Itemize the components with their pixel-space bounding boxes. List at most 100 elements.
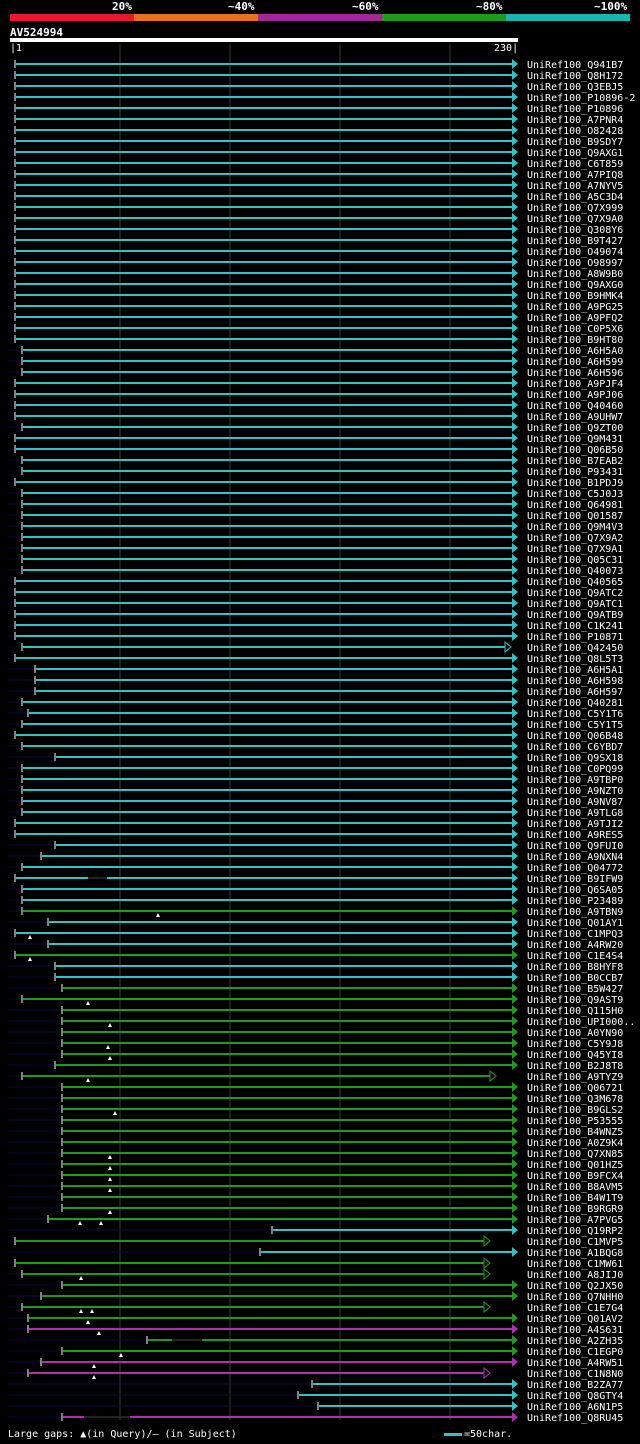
hit-bar-12 — [16, 195, 512, 197]
hit-arrow-79 — [512, 928, 518, 938]
hit-arrow-115 — [512, 1324, 518, 1334]
hit-arrow-98 — [512, 1137, 518, 1147]
hit-arrow-36 — [512, 455, 518, 465]
hit-arrow-28 — [512, 367, 518, 377]
query-gap-marker-99-0 — [108, 1155, 112, 1159]
hit-bar-118 — [42, 1361, 512, 1363]
hit-label-123: UniRef100_Q8RU45 — [527, 1413, 623, 1424]
hit-arrow-96 — [512, 1115, 518, 1125]
hit-label-25: UniRef100_B9HT80 — [527, 335, 623, 346]
hit-label-69: UniRef100_A9TJI2 — [527, 819, 623, 830]
hit-bar-71 — [56, 844, 512, 846]
hit-arrow-32 — [512, 411, 518, 421]
hit-arrow-12 — [512, 191, 518, 201]
hit-label-120: UniRef100_B2ZA77 — [527, 1380, 623, 1391]
hit-arrow-18 — [512, 257, 518, 267]
hit-arrow-58 — [512, 697, 518, 707]
hit-arrow-29 — [512, 378, 518, 388]
hit-bar-35 — [16, 448, 512, 450]
hit-label-68: UniRef100_A9TLG8 — [527, 808, 623, 819]
hit-label-11: UniRef100_A7NYV5 — [527, 181, 623, 192]
hit-label-77: UniRef100_A9TBN9 — [527, 907, 623, 918]
hit-label-118: UniRef100_A4RW51 — [527, 1358, 623, 1369]
query-gap-marker-114-0 — [86, 1320, 90, 1324]
hit-bar-26 — [23, 349, 512, 351]
hit-bar-9 — [16, 162, 512, 164]
hit-arrow-117 — [512, 1346, 518, 1356]
hit-arrow-119 — [483, 1366, 491, 1380]
hit-arrow-45 — [512, 554, 518, 564]
hit-arrow-84 — [512, 983, 518, 993]
hit-bar-39 — [23, 492, 512, 494]
hit-label-89: UniRef100_C5Y9J8 — [527, 1039, 623, 1050]
hit-bar-55 — [36, 668, 512, 670]
hit-arrow-15 — [512, 224, 518, 234]
hit-bar-15 — [16, 228, 512, 230]
hit-arrow-49 — [512, 598, 518, 608]
hit-bar-123 — [63, 1416, 512, 1418]
hit-label-90: UniRef100_Q45YI8 — [527, 1050, 623, 1061]
hit-arrow-114 — [512, 1313, 518, 1323]
hit-label-115: UniRef100_A4S631 — [527, 1325, 623, 1336]
hit-arrow-105 — [512, 1214, 518, 1224]
hit-arrow-21 — [512, 290, 518, 300]
hit-bar-52 — [16, 635, 512, 637]
hit-bar-105 — [49, 1218, 512, 1220]
query-gap-marker-113-1 — [90, 1309, 94, 1313]
hit-bar-34 — [16, 437, 512, 439]
hit-arrow-7 — [512, 136, 518, 146]
hit-bar-73 — [23, 866, 512, 868]
hit-arrow-25 — [512, 334, 518, 344]
hit-bar-23 — [16, 316, 512, 318]
hit-arrow-56 — [512, 675, 518, 685]
hit-arrow-107 — [483, 1234, 491, 1248]
hit-arrow-92 — [489, 1069, 497, 1083]
hit-arrow-27 — [512, 356, 518, 366]
hit-bar-43 — [23, 536, 512, 538]
hit-arrow-71 — [512, 840, 518, 850]
hit-label-47: UniRef100_Q40565 — [527, 577, 623, 588]
hit-arrow-101 — [512, 1170, 518, 1180]
hit-bar-24 — [16, 327, 512, 329]
hit-arrow-30 — [512, 389, 518, 399]
hit-bar-29 — [16, 382, 512, 384]
hit-bar-92 — [23, 1075, 490, 1077]
hit-arrow-38 — [512, 477, 518, 487]
hit-arrow-37 — [512, 466, 518, 476]
query-gap-marker-101-0 — [108, 1177, 112, 1181]
hit-label-119: UniRef100_C1N8N0 — [527, 1369, 623, 1380]
hit-label-108: UniRef100_A1BQG8 — [527, 1248, 623, 1259]
hit-arrow-120 — [512, 1379, 518, 1389]
hit-arrow-57 — [512, 686, 518, 696]
hit-bar-33 — [23, 426, 512, 428]
query-gap-marker-105-1 — [99, 1221, 103, 1225]
hit-arrow-48 — [512, 587, 518, 597]
hit-label-92: UniRef100_A9TYZ9 — [527, 1072, 623, 1083]
hit-bar-80 — [49, 943, 512, 945]
query-gap-marker-100-0 — [108, 1166, 112, 1170]
hit-arrow-55 — [512, 664, 518, 674]
hit-arrow-82 — [512, 961, 518, 971]
hit-bar-6 — [16, 129, 512, 131]
hit-label-54: UniRef100_Q8L5T3 — [527, 654, 623, 665]
hit-bar-95 — [63, 1108, 512, 1110]
hit-arrow-62 — [512, 741, 518, 751]
hit-label-59: UniRef100_C5Y1T6 — [527, 709, 623, 720]
scale-legend: =50char. — [444, 1429, 512, 1440]
hit-arrow-95 — [512, 1104, 518, 1114]
hit-label-88: UniRef100_A0YN90 — [527, 1028, 623, 1039]
hit-arrow-75 — [512, 884, 518, 894]
hit-label-18: UniRef100_O98997 — [527, 258, 623, 269]
hit-bar-119 — [29, 1372, 484, 1374]
hit-bar-19 — [16, 272, 512, 274]
hit-bar-32 — [16, 415, 512, 417]
hit-bar-101 — [63, 1174, 512, 1176]
hit-bar-107 — [16, 1240, 484, 1242]
hit-bar-59 — [29, 712, 512, 714]
hit-arrow-80 — [512, 939, 518, 949]
hit-bar-10 — [16, 173, 512, 175]
hit-label-74: UniRef100_B9IFW9 — [527, 874, 623, 885]
hit-bar-100 — [63, 1163, 512, 1165]
hit-bar-62 — [23, 745, 512, 747]
hit-arrow-11 — [512, 180, 518, 190]
